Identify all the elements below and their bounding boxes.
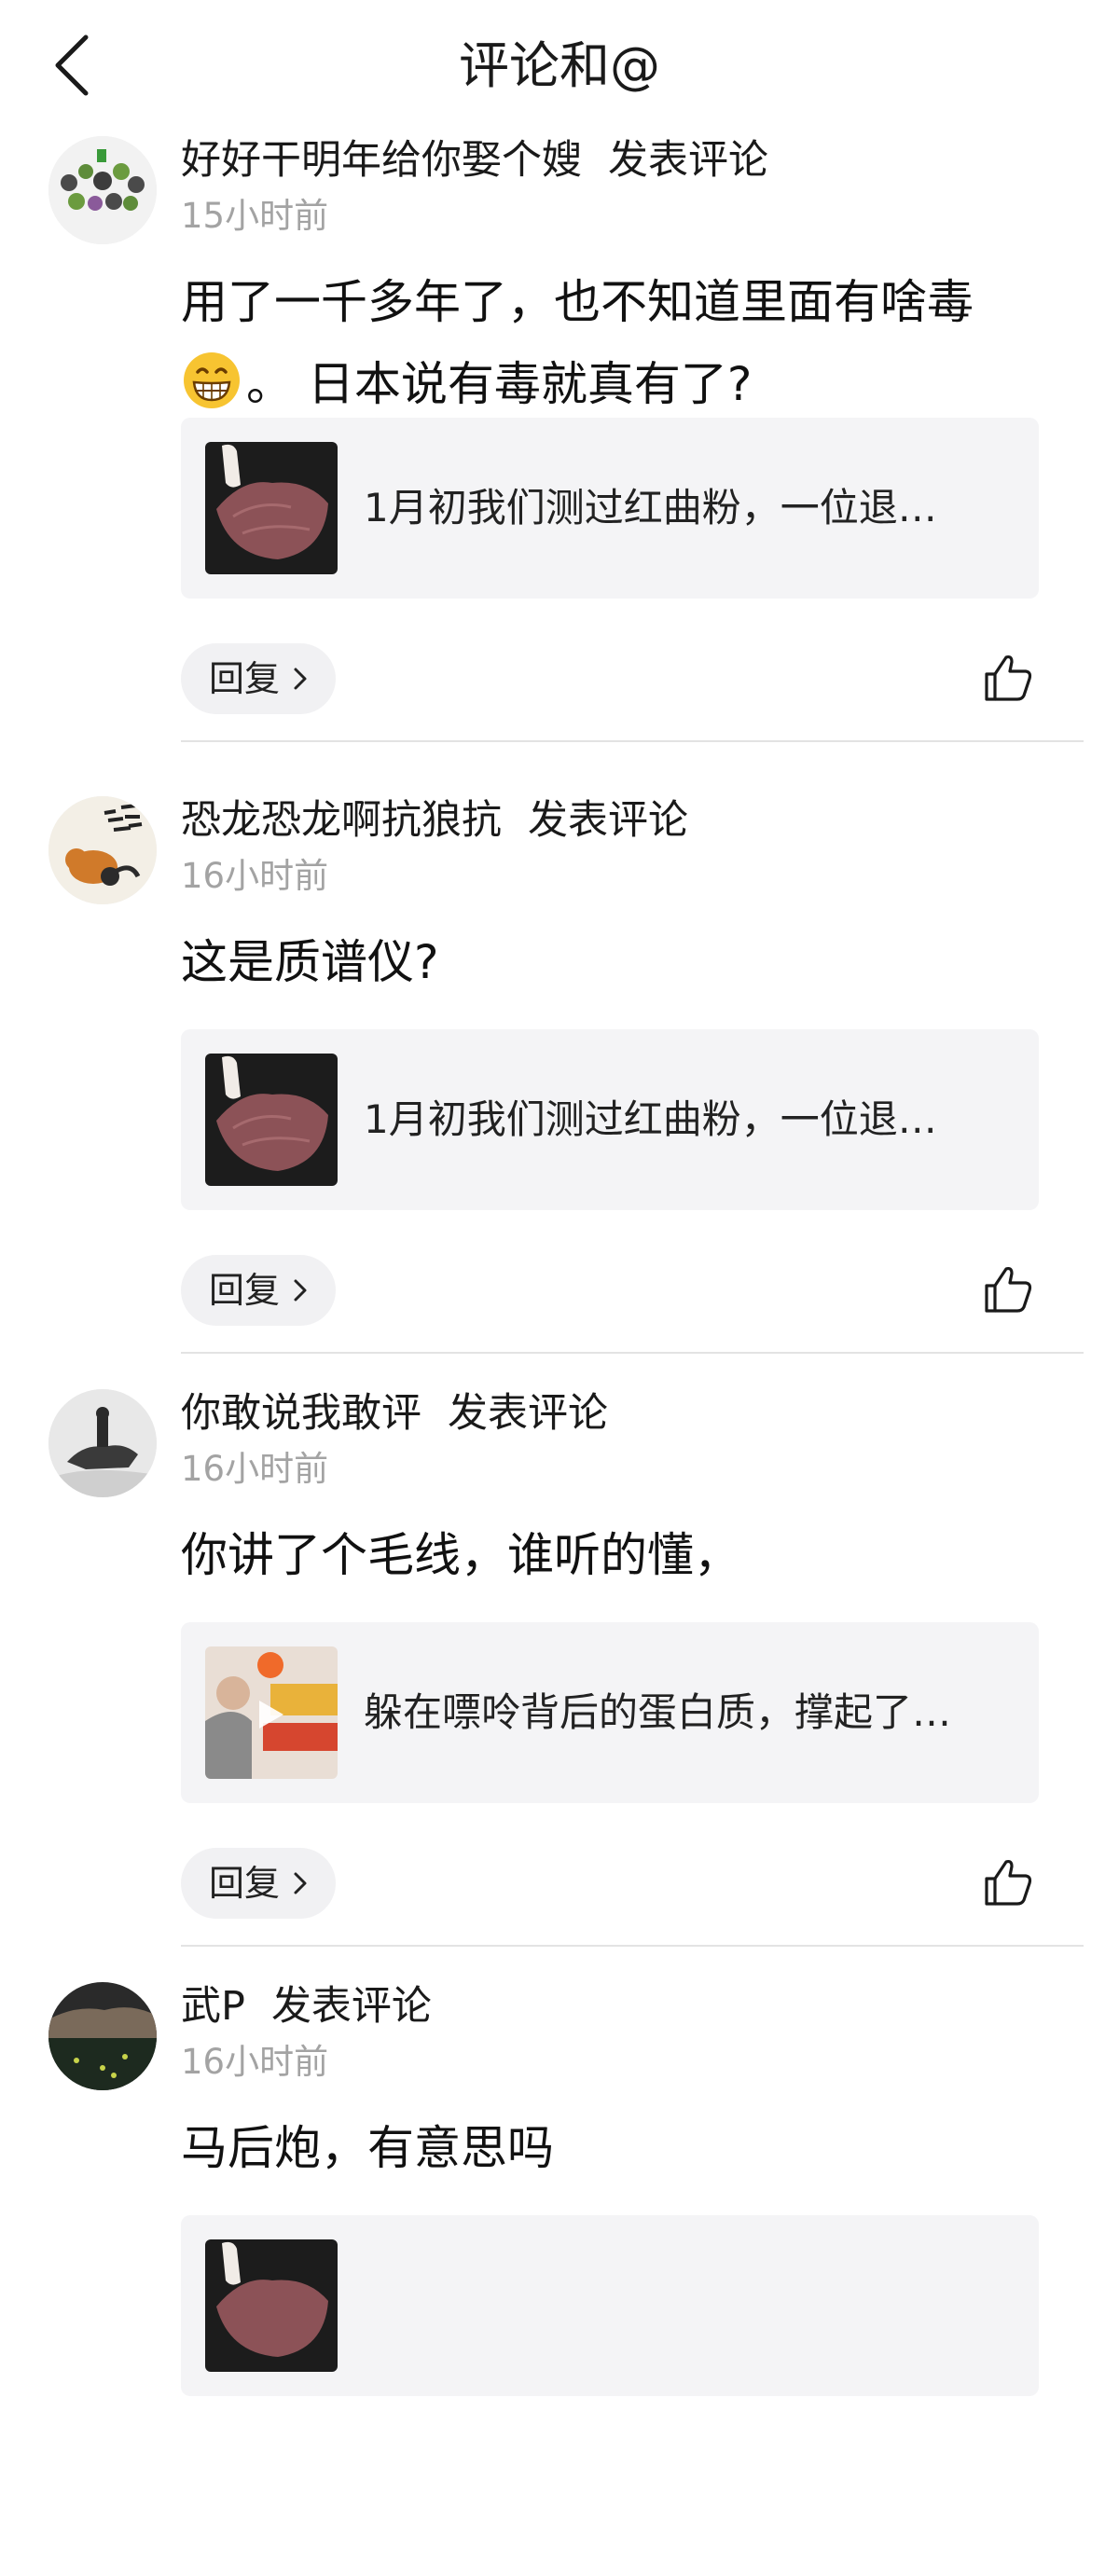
- action-label: 发表评论: [270, 1983, 432, 2030]
- reply-button[interactable]: 回复: [181, 1848, 336, 1919]
- divider: [181, 740, 1084, 742]
- comment-text: 这是质谱仪?: [181, 935, 439, 989]
- action-label: 发表评论: [608, 137, 768, 184]
- thumbs-up-icon: [981, 1855, 1035, 1909]
- chevron-right-icon: [291, 1871, 310, 1895]
- comment-text: 用了一千多年了，也不知道里面有啥毒 。 日本说有毒就真有了?: [181, 261, 1039, 425]
- thumbs-up-icon: [981, 651, 1035, 705]
- comment-header: 你敢说我敢评 发表评论: [181, 1385, 608, 1441]
- avatar[interactable]: [48, 1389, 157, 1497]
- timestamp: 15小时前: [181, 196, 329, 236]
- comment-header: 好好干明年给你娶个嫂 发表评论: [181, 132, 768, 188]
- red-yeast-rice-bag-thumbnail: [205, 1054, 338, 1186]
- comment-text-part: 。 日本说有毒就真有了?: [246, 357, 753, 411]
- timestamp: 16小时前: [181, 2042, 329, 2082]
- comment-item: 好好干明年给你娶个嫂 发表评论 15小时前 用了一千多年了，也不知道里面有啥毒 。…: [0, 129, 1119, 742]
- page-title: 评论和@: [459, 36, 660, 95]
- reply-label: 回复: [209, 1270, 281, 1311]
- username[interactable]: 你敢说我敢评: [181, 1390, 421, 1437]
- like-button[interactable]: [981, 651, 1035, 705]
- divider: [181, 1945, 1084, 1947]
- reply-button[interactable]: 回复: [181, 1255, 336, 1326]
- comment-feed[interactable]: 好好干明年给你娶个嫂 发表评论 15小时前 用了一千多年了，也不知道里面有啥毒 。…: [0, 129, 1119, 2396]
- username[interactable]: 好好干明年给你娶个嫂: [181, 137, 582, 184]
- referenced-post-card[interactable]: 1月初我们测过红曲粉，一位退…: [181, 1029, 1039, 1210]
- timestamp: 16小时前: [181, 1449, 329, 1489]
- thumbs-up-icon: [981, 1262, 1035, 1316]
- referenced-post-card[interactable]: 躲在嘌呤背后的蛋白质，撑起了…: [181, 1622, 1039, 1803]
- like-button[interactable]: [981, 1855, 1035, 1909]
- timestamp: 16小时前: [181, 856, 329, 896]
- grinning-face-icon: [181, 350, 242, 411]
- comment-item: 武P 发表评论 16小时前 马后炮，有意思吗: [0, 1975, 1119, 2576]
- comment-text: 你讲了个毛线，谁听的懂，: [181, 1528, 740, 1582]
- comment-item: 恐龙恐龙啊抗狼抗 发表评论 16小时前 这是质谱仪? 1月初我们测过红曲粉，一位退…: [0, 789, 1119, 1390]
- chevron-right-icon: [291, 1278, 310, 1302]
- comment-item: 你敢说我敢评 发表评论 16小时前 你讲了个毛线，谁听的懂， 躲在嘌呤背后的蛋白质…: [0, 1382, 1119, 1983]
- username[interactable]: 恐龙恐龙啊抗狼抗: [181, 797, 502, 844]
- referenced-post-card[interactable]: [181, 2215, 1039, 2396]
- username[interactable]: 武P: [181, 1983, 245, 2030]
- comment-text-part: 用了一千多年了，也不知道里面有啥毒: [181, 275, 974, 329]
- referenced-post-title: 躲在嘌呤背后的蛋白质，撑起了…: [364, 1689, 952, 1735]
- divider: [181, 1352, 1084, 1354]
- referenced-post-title: 1月初我们测过红曲粉，一位退…: [364, 485, 937, 530]
- red-yeast-rice-bag-thumbnail: [205, 2239, 338, 2372]
- comment-text: 马后炮，有意思吗: [181, 2121, 554, 2175]
- video-thumbnail: [205, 1646, 338, 1779]
- like-button[interactable]: [981, 1262, 1035, 1316]
- reply-label: 回复: [209, 658, 281, 699]
- comment-header: 武P 发表评论: [181, 1978, 432, 2034]
- action-label: 发表评论: [448, 1390, 608, 1437]
- top-bar: 评论和@: [0, 0, 1119, 129]
- reply-label: 回复: [209, 1863, 281, 1904]
- red-yeast-rice-bag-thumbnail: [205, 442, 338, 574]
- comment-header: 恐龙恐龙啊抗狼抗 发表评论: [181, 792, 688, 848]
- chevron-right-icon: [291, 667, 310, 691]
- referenced-post-card[interactable]: 1月初我们测过红曲粉，一位退…: [181, 418, 1039, 599]
- avatar[interactable]: [48, 136, 157, 244]
- action-label: 发表评论: [528, 797, 688, 844]
- avatar[interactable]: [48, 796, 157, 904]
- referenced-post-title: 1月初我们测过红曲粉，一位退…: [364, 1096, 937, 1142]
- reply-button[interactable]: 回复: [181, 643, 336, 714]
- avatar[interactable]: [48, 1982, 157, 2090]
